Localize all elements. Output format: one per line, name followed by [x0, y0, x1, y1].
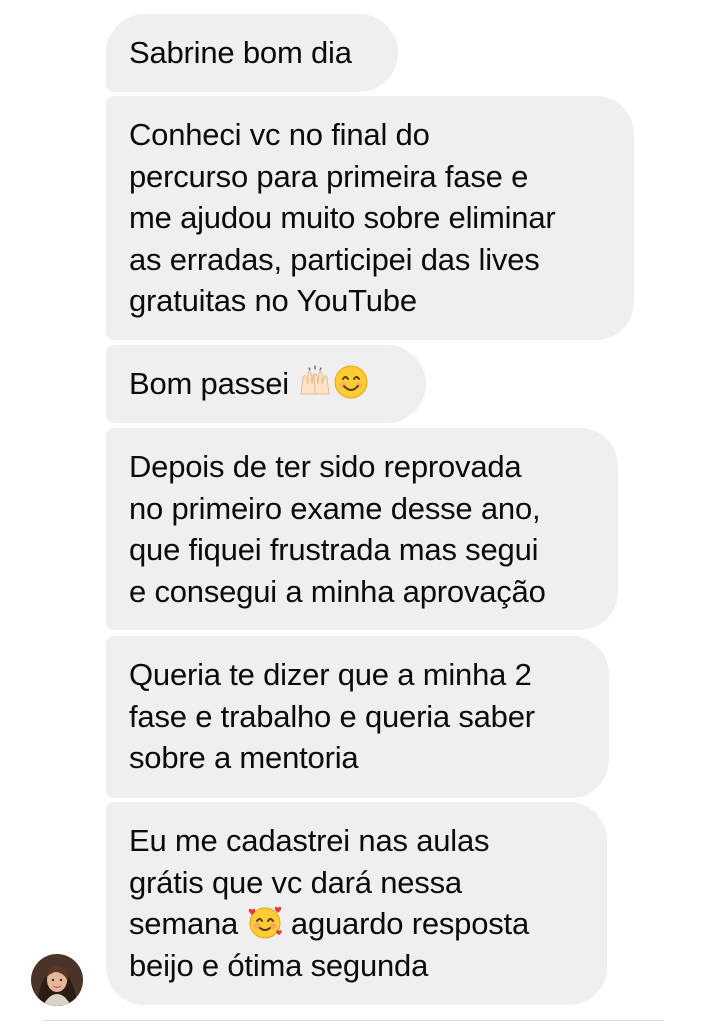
message-text: Conheci vc no final do percurso para pri… [129, 117, 556, 318]
message-text: Sabrine bom dia [129, 35, 352, 70]
message-bubble[interactable]: Depois de ter sido reprovada no primeiro… [106, 428, 618, 630]
message-bubble[interactable]: Queria te dizer que a minha 2 fase e tra… [106, 636, 609, 798]
raising-hands-emoji [297, 364, 333, 400]
message-text: Depois de ter sido reprovada no primeiro… [129, 449, 546, 609]
divider [44, 1020, 664, 1021]
message-bubble[interactable]: Eu me cadastrei nas aulas grátis que vc … [106, 802, 607, 1005]
message-bubble[interactable]: Sabrine bom dia [106, 14, 398, 92]
message-text: Queria te dizer que a minha 2 fase e tra… [129, 657, 535, 775]
smiling-face-emoji [333, 364, 369, 400]
contact-avatar[interactable] [31, 954, 83, 1006]
message-bubble[interactable]: Bom passei [106, 345, 426, 423]
message-text: Bom passei [129, 366, 298, 401]
message-bubble[interactable]: Conheci vc no final do percurso para pri… [106, 96, 634, 340]
smiling-face-with-hearts-emoji [247, 904, 283, 940]
